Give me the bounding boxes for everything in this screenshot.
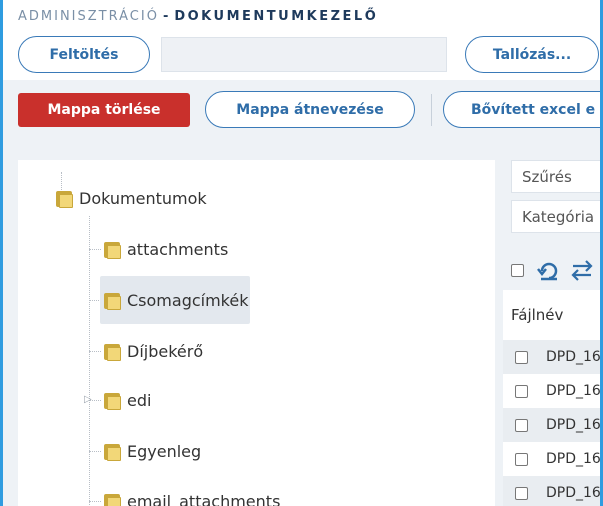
category-select[interactable]: Kategória [511,200,600,233]
table-row[interactable]: DPD_16 [503,442,601,476]
tree-connector [89,216,90,506]
tree-node-label: Egyenleg [127,441,202,461]
browse-button[interactable]: Tallózás... [465,36,599,73]
file-actions-row [511,256,600,284]
extended-excel-export-button[interactable]: Bővített excel e [443,91,600,128]
folder-tree: Dokumentumok attachments Csomagcímkék Dí… [18,160,495,506]
tree-connector [89,451,101,452]
breadcrumb-section: ADMINISZTRÁCIÓ [18,9,159,24]
breadcrumb: ADMINISZTRÁCIÓ - DOKUMENTUMKEZELŐ [18,9,378,24]
file-panel: Szűrés Kategória Fájlnév DPD_16 DPD_16 D… [503,160,600,506]
tree-connector [89,501,101,502]
tree-connector [89,249,101,250]
file-name: DPD_16 [546,417,601,433]
delete-folder-button[interactable]: Mappa törlése [18,93,190,127]
page-title: DOKUMENTUMKEZELŐ [174,9,379,24]
folder-icon [55,189,74,208]
table-row[interactable]: DPD_16 [503,340,601,374]
toolbar-divider [431,94,432,126]
table-row[interactable]: DPD_16 [503,374,601,408]
row-checkbox[interactable] [515,384,528,398]
row-checkbox[interactable] [515,350,528,364]
swap-icon[interactable] [570,258,594,282]
tree-node-egyenleg[interactable]: Egyenleg [103,438,201,464]
file-path-input[interactable] [161,37,447,72]
file-table: Fájlnév DPD_16 DPD_16 DPD_16 DPD_16 DPD_… [503,290,601,506]
expand-arrow-icon[interactable]: ▷ [84,394,92,405]
refresh-icon[interactable] [536,257,562,283]
tree-node-label: Csomagcímkék [127,290,249,310]
tree-node-email-attachments[interactable]: email_attachments [103,488,280,506]
folder-icon [103,442,122,461]
file-name: DPD_16 [546,451,601,467]
tree-node-label: Díjbekérő [127,341,204,361]
app-window: ADMINISZTRÁCIÓ - DOKUMENTUMKEZELŐ Feltölté… [0,0,603,506]
tree-node-label: edi [127,390,152,410]
tree-connector [89,351,101,352]
page-header: ADMINISZTRÁCIÓ - DOKUMENTUMKEZELŐ Feltölté… [3,0,600,80]
folder-toolbar: Mappa törlése Mappa átnevezése Bővített … [3,80,600,144]
tree-node-label: attachments [127,239,229,259]
tree-node-dijbekero[interactable]: Díjbekérő [103,338,203,364]
select-all-checkbox[interactable] [511,263,524,277]
row-checkbox[interactable] [515,418,528,432]
main-content: Dokumentumok attachments Csomagcímkék Dí… [3,144,600,506]
row-checkbox[interactable] [515,486,528,500]
table-row[interactable]: DPD_16 [503,476,601,506]
tree-node-attachments[interactable]: attachments [103,236,228,262]
rename-folder-button[interactable]: Mappa átnevezése [205,91,415,128]
tree-node-csomagcimkek[interactable]: Csomagcímkék [103,287,248,313]
tree-root-dokumentumok[interactable]: Dokumentumok [55,185,207,211]
tree-node-label: Dokumentumok [79,188,207,208]
file-name: DPD_16 [546,485,601,501]
file-name: DPD_16 [546,383,601,399]
folder-icon [103,291,122,310]
tree-node-edi[interactable]: edi [103,387,151,413]
folder-icon [103,240,122,259]
file-name: DPD_16 [546,349,601,365]
folder-icon [103,342,122,361]
breadcrumb-separator: - [162,9,171,24]
tree-node-label: email_attachments [127,491,281,506]
row-checkbox[interactable] [515,452,528,466]
filter-input[interactable]: Szűrés [511,160,600,193]
column-header-filename[interactable]: Fájlnév [503,290,600,340]
upload-button[interactable]: Feltöltés [18,36,150,73]
table-row[interactable]: DPD_16 [503,408,601,442]
folder-icon [103,391,122,410]
folder-icon [103,492,122,506]
